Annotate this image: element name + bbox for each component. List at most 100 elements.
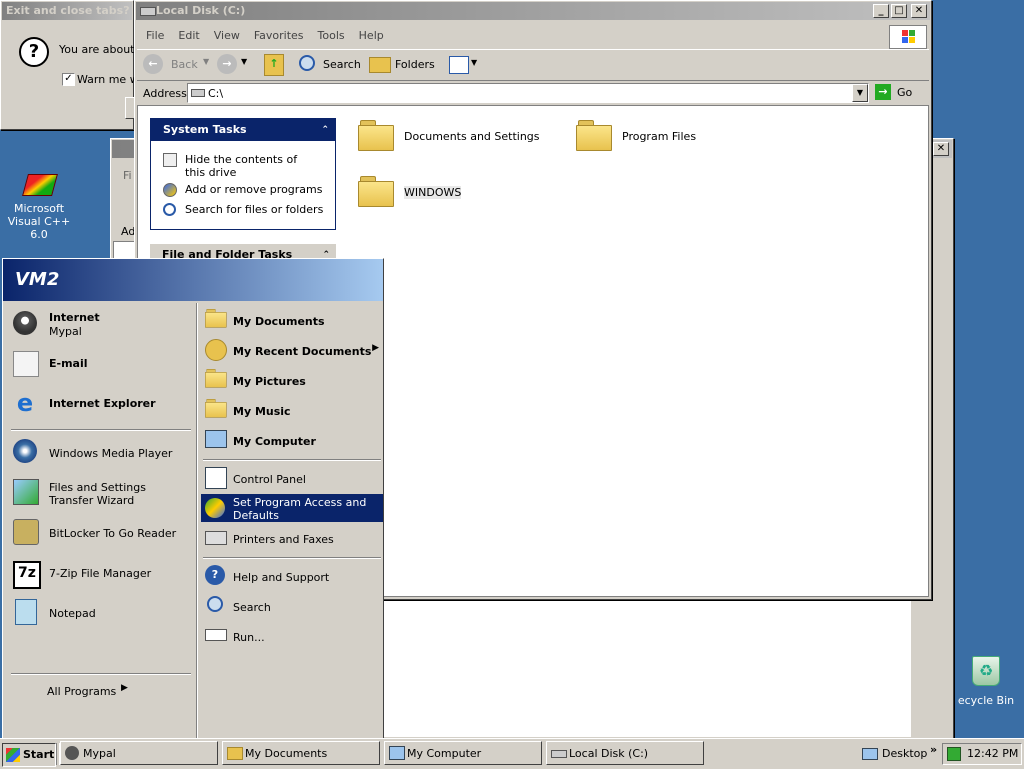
place-my-music[interactable]: My Music bbox=[203, 397, 381, 423]
desktop-icon-label: Microsoft Visual C++ 6.0 bbox=[7, 202, 71, 241]
place-label: Set Program Access and Defaults bbox=[233, 496, 367, 522]
bitlocker-icon bbox=[13, 519, 39, 545]
exit-dialog-titlebar[interactable]: Exit and close tabs? bbox=[2, 2, 132, 20]
place-label: Help and Support bbox=[233, 571, 330, 584]
start-windows-icon bbox=[6, 748, 20, 762]
desktop-toolbar-icon bbox=[862, 748, 878, 760]
close-button[interactable]: ✕ bbox=[911, 4, 927, 18]
windows-logo-icon bbox=[889, 25, 927, 49]
warn-checkbox-label: Warn me wl bbox=[77, 73, 142, 86]
views-button[interactable]: ▼ bbox=[447, 53, 483, 77]
place-my-recent-documents[interactable]: My Recent Documents ▶ bbox=[203, 337, 381, 363]
exit-dialog-title: Exit and close tabs? bbox=[6, 4, 130, 17]
address-input[interactable]: C:\ ▼ bbox=[187, 83, 869, 103]
place-label: My Recent Documents bbox=[233, 345, 372, 358]
folder-label: WINDOWS bbox=[404, 186, 462, 199]
start-label: Start bbox=[23, 748, 55, 761]
menu-favorites[interactable]: Favorites bbox=[247, 26, 311, 46]
place-help-support[interactable]: ? Help and Support bbox=[203, 563, 381, 589]
system-tasks-header[interactable]: System Tasks ⌃ bbox=[151, 119, 335, 141]
sevenzip-icon: 7z bbox=[13, 561, 41, 589]
folder-documents-and-settings[interactable]: Documents and Settings bbox=[358, 118, 558, 156]
maximize-button[interactable]: □ bbox=[891, 4, 907, 18]
start-button[interactable]: Start bbox=[2, 743, 56, 767]
explorer-title: Local Disk (C:) bbox=[156, 4, 246, 17]
clock[interactable]: 12:42 PM bbox=[967, 747, 1018, 760]
desktop-icon-visual-cpp[interactable]: Microsoft Visual C++ 6.0 bbox=[0, 170, 78, 241]
pinned-email[interactable]: E-mail bbox=[9, 347, 189, 383]
back-button[interactable]: ← Back ▼ bbox=[141, 53, 211, 77]
desktop-icon-recycle-bin[interactable]: ♻ ecycle Bin bbox=[948, 656, 1024, 707]
go-button[interactable]: → Go bbox=[873, 83, 925, 103]
desktop-toolbar-label: Desktop bbox=[882, 747, 928, 760]
left-separator bbox=[11, 429, 191, 431]
recent-7zip[interactable]: 7z 7-Zip File Manager bbox=[9, 555, 189, 591]
drive-task-icon bbox=[551, 750, 567, 758]
menu-tools[interactable]: Tools bbox=[311, 26, 352, 46]
address-dropdown-button[interactable]: ▼ bbox=[852, 84, 868, 102]
recycle-bin-icon: ♻ bbox=[972, 656, 1000, 686]
pinned-internet-explorer[interactable]: e Internet Explorer bbox=[9, 387, 189, 423]
submenu-arrow-icon: ▶ bbox=[372, 343, 379, 353]
place-control-panel[interactable]: Control Panel bbox=[203, 465, 381, 491]
back-window-menu[interactable]: Fi bbox=[123, 169, 132, 182]
place-printers-faxes[interactable]: Printers and Faxes bbox=[203, 525, 381, 551]
recent-bitlocker[interactable]: BitLocker To Go Reader bbox=[9, 515, 189, 551]
task-mypal[interactable]: Mypal bbox=[60, 741, 218, 765]
recent-files-settings-transfer[interactable]: Files and Settings Transfer Wizard bbox=[9, 475, 189, 511]
address-drive-icon bbox=[191, 89, 205, 97]
desktop-toolbar[interactable]: Desktop » bbox=[860, 743, 938, 765]
menu-view[interactable]: View bbox=[207, 26, 247, 46]
task-local-disk[interactable]: Local Disk (C:) bbox=[546, 741, 704, 765]
pinned-title: Internet bbox=[49, 311, 100, 324]
place-my-computer[interactable]: My Computer bbox=[203, 427, 381, 453]
menu-help[interactable]: Help bbox=[352, 26, 391, 46]
folder-windows[interactable]: WINDOWS bbox=[358, 174, 558, 212]
task-my-computer[interactable]: My Computer bbox=[384, 741, 542, 765]
system-tasks-panel: System Tasks ⌃ Hide the contents of this… bbox=[150, 118, 336, 230]
place-my-pictures[interactable]: My Pictures bbox=[203, 367, 381, 393]
minimize-button[interactable]: _ bbox=[873, 4, 889, 18]
place-set-program-access[interactable]: Set Program Access and Defaults bbox=[201, 494, 383, 522]
tray-network-icon[interactable] bbox=[947, 747, 961, 761]
back-window-close-button[interactable]: ✕ bbox=[933, 142, 949, 156]
folders-button[interactable]: Folders bbox=[367, 53, 437, 77]
toolbar-chevron-icon[interactable]: » bbox=[930, 743, 937, 756]
folder-task-icon bbox=[227, 747, 243, 760]
explorer-titlebar[interactable]: Local Disk (C:) bbox=[136, 2, 930, 20]
recent-notepad[interactable]: Notepad bbox=[9, 595, 189, 631]
forward-button[interactable]: → ▼ bbox=[215, 53, 255, 77]
go-label: Go bbox=[897, 86, 913, 99]
views-dropdown-icon: ▼ bbox=[471, 58, 478, 67]
place-search[interactable]: Search bbox=[203, 593, 381, 619]
internet-explorer-icon: e bbox=[16, 389, 34, 417]
question-icon: ? bbox=[19, 37, 49, 67]
menu-file[interactable]: File bbox=[139, 26, 171, 46]
place-run[interactable]: Run... bbox=[203, 623, 381, 649]
folders-label: Folders bbox=[395, 58, 435, 71]
up-folder-button[interactable]: ↑ bbox=[261, 53, 287, 77]
all-programs-button[interactable]: All Programs ▶ bbox=[9, 679, 189, 705]
pinned-internet[interactable]: Internet Mypal bbox=[9, 307, 189, 343]
recent-documents-icon bbox=[205, 339, 227, 361]
drive-icon bbox=[140, 7, 156, 16]
taskbar: Start Mypal My Documents My Computer Loc… bbox=[0, 738, 1024, 769]
folder-icon bbox=[358, 120, 394, 151]
back-label: Back bbox=[171, 58, 198, 71]
menu-edit[interactable]: Edit bbox=[171, 26, 206, 46]
mypal-icon bbox=[13, 311, 37, 335]
place-my-documents[interactable]: My Documents bbox=[203, 307, 381, 333]
task-my-documents[interactable]: My Documents bbox=[222, 741, 380, 765]
right-separator bbox=[203, 459, 381, 461]
task-label: Mypal bbox=[83, 747, 116, 760]
recent-windows-media-player[interactable]: Windows Media Player bbox=[9, 435, 189, 471]
toolbar: ← Back ▼ → ▼ ↑ Search Folders ▼ bbox=[137, 49, 929, 81]
search-button[interactable]: Search bbox=[295, 53, 361, 77]
control-panel-icon bbox=[205, 467, 227, 489]
folder-program-files[interactable]: Program Files bbox=[576, 118, 776, 156]
forward-arrow-icon: → bbox=[217, 54, 237, 74]
address-label: Address bbox=[143, 87, 187, 100]
warn-checkbox[interactable]: ✓ bbox=[62, 73, 75, 86]
place-label: Control Panel bbox=[233, 473, 306, 486]
visual-cpp-icon bbox=[22, 170, 58, 198]
